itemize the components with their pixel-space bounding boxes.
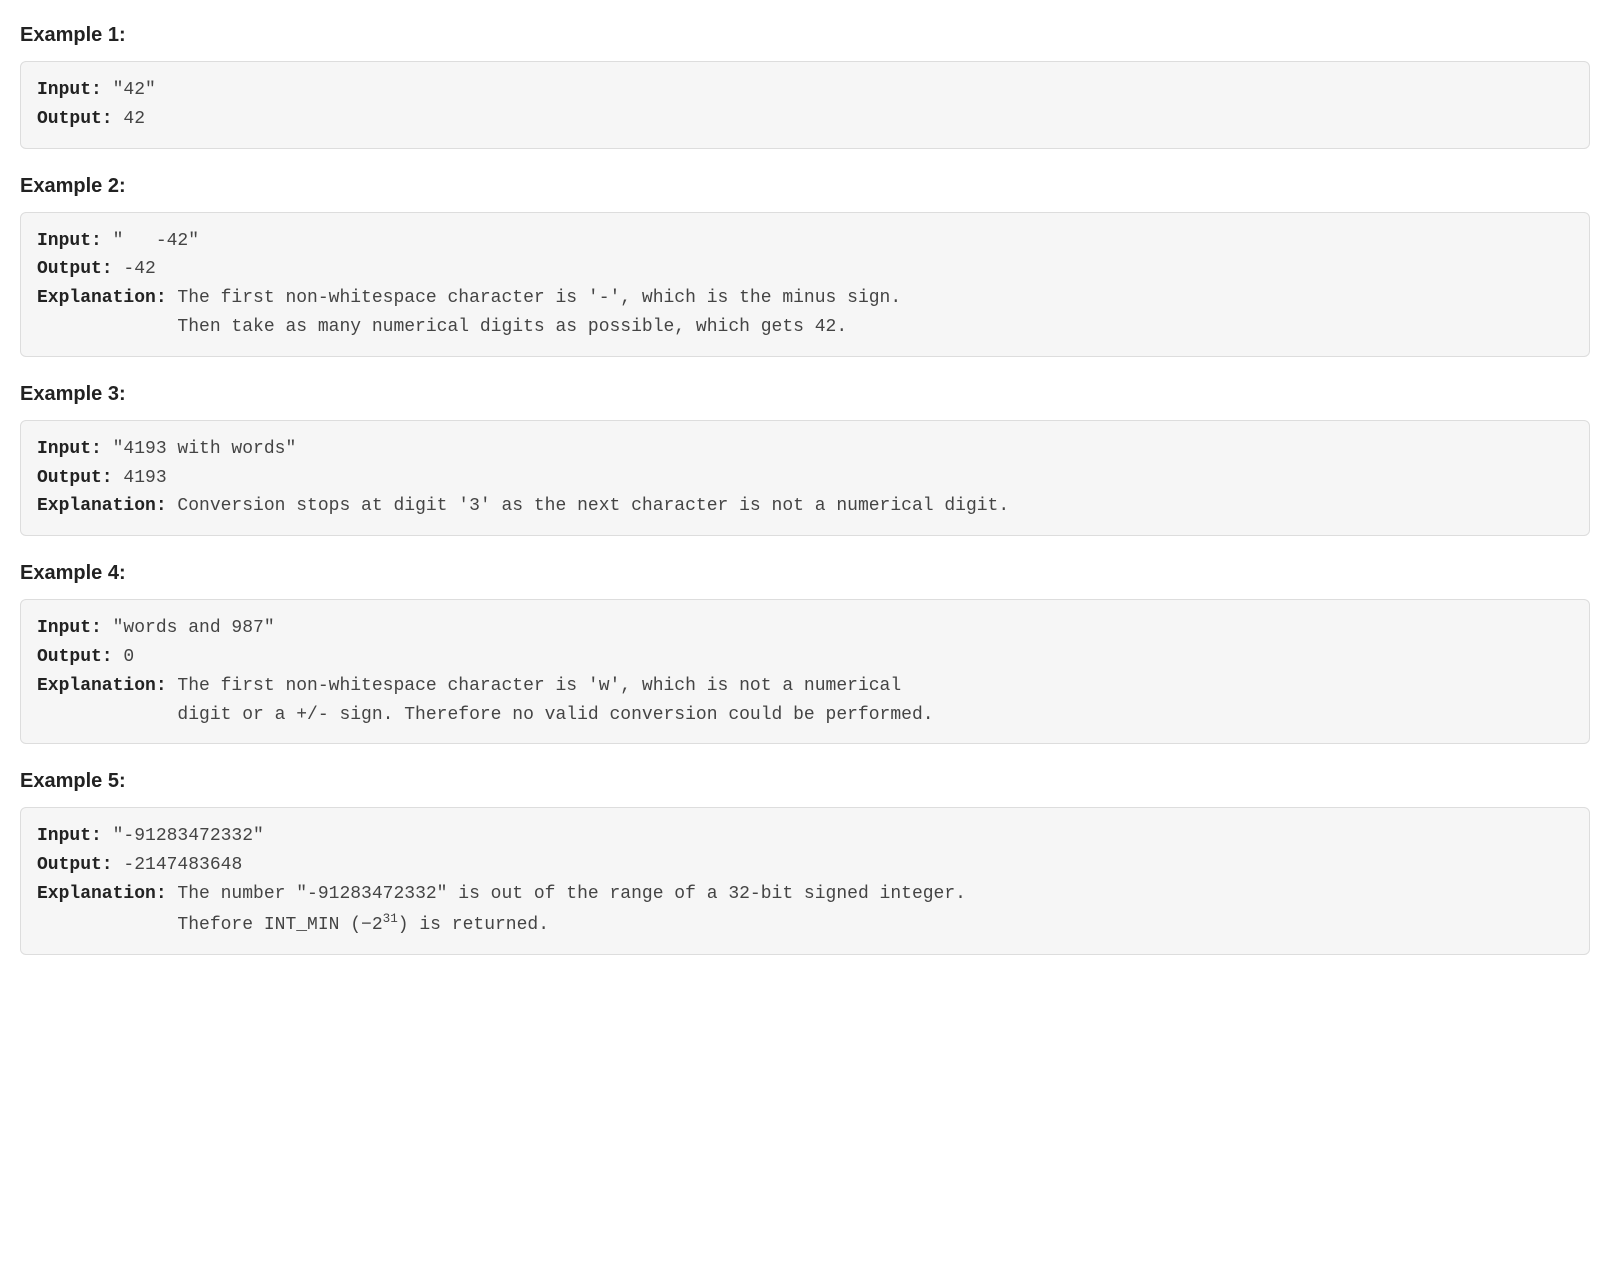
input-value: "-91283472332" [102, 826, 264, 846]
input-label: Input: [37, 231, 102, 251]
explanation-text: The number "-91283472332" is out of the … [167, 884, 966, 904]
output-label: Output: [37, 647, 113, 667]
code-block: Input: "-91283472332" Output: -214748364… [20, 807, 1590, 954]
explanation-text: Then take as many numerical digits as po… [37, 317, 847, 337]
explanation-text: The first non-whitespace character is 'w… [167, 676, 912, 696]
output-label: Output: [37, 468, 113, 488]
input-label: Input: [37, 439, 102, 459]
explanation-label: Explanation: [37, 288, 167, 308]
output-value: 0 [113, 647, 135, 667]
explanation-label: Explanation: [37, 676, 167, 696]
input-label: Input: [37, 80, 102, 100]
output-value: 42 [113, 109, 145, 129]
example-heading: Example 5: [20, 770, 1590, 793]
output-value: 4193 [113, 468, 167, 488]
output-label: Output: [37, 109, 113, 129]
explanation-text: The first non-whitespace character is '-… [167, 288, 902, 308]
input-value: "42" [102, 80, 156, 100]
explanation-text: ) is returned. [398, 915, 549, 935]
output-value: -42 [113, 259, 156, 279]
example-heading: Example 2: [20, 175, 1590, 198]
code-block: Input: " -42" Output: -42 Explanation: T… [20, 212, 1590, 357]
example-heading: Example 3: [20, 383, 1590, 406]
output-value: -2147483648 [113, 855, 243, 875]
explanation-text: Thefore INT_MIN (−2 [37, 915, 383, 935]
input-value: "words and 987" [102, 618, 275, 638]
explanation-label: Explanation: [37, 884, 167, 904]
input-value: "4193 with words" [102, 439, 296, 459]
output-label: Output: [37, 259, 113, 279]
explanation-text: digit or a +/- sign. Therefore no valid … [37, 705, 934, 725]
code-block: Input: "4193 with words" Output: 4193 Ex… [20, 420, 1590, 536]
explanation-label: Explanation: [37, 496, 167, 516]
input-label: Input: [37, 826, 102, 846]
code-block: Input: "words and 987" Output: 0 Explana… [20, 599, 1590, 744]
input-label: Input: [37, 618, 102, 638]
example-heading: Example 4: [20, 562, 1590, 585]
output-label: Output: [37, 855, 113, 875]
input-value: " -42" [102, 231, 199, 251]
explanation-text: Conversion stops at digit '3' as the nex… [167, 496, 1010, 516]
superscript: 31 [383, 912, 398, 926]
code-block: Input: "42" Output: 42 [20, 61, 1590, 149]
example-heading: Example 1: [20, 24, 1590, 47]
